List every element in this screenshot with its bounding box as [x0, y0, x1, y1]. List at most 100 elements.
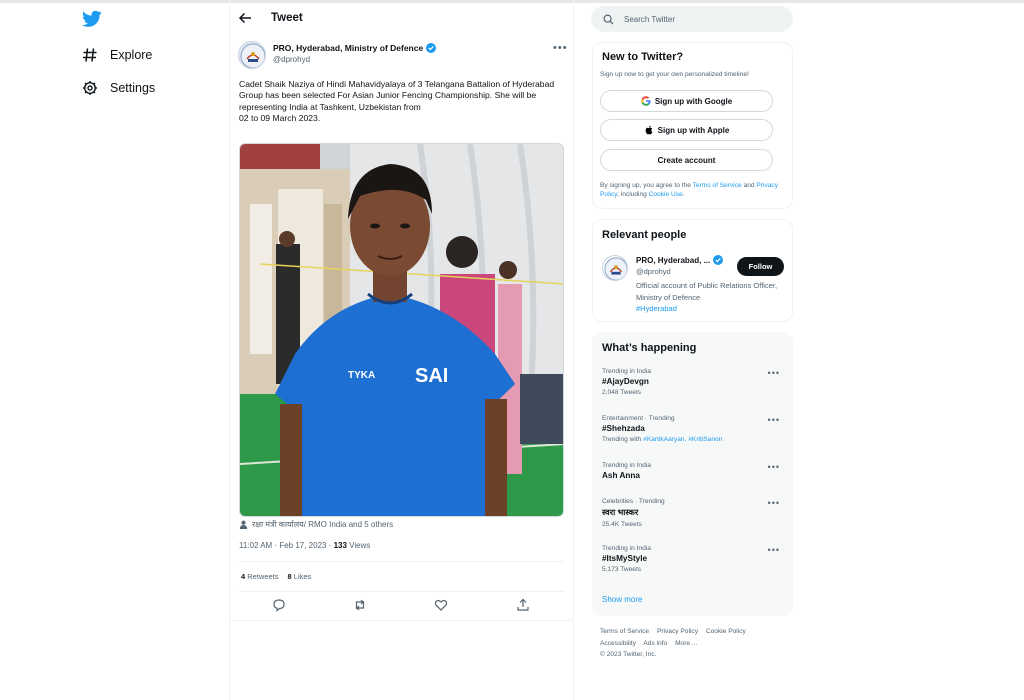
- create-account-button[interactable]: Create account: [600, 149, 773, 171]
- tweet-header: Tweet: [230, 0, 573, 38]
- new-to-twitter-card: New to Twitter? Sign up now to get your …: [592, 42, 793, 209]
- signup-google-button[interactable]: Sign up with Google: [600, 90, 773, 112]
- trend-with: Trending with #KartikAaryan, #KritiSanon: [602, 436, 787, 443]
- person-name[interactable]: PRO, Hyderabad, ...: [636, 255, 724, 265]
- tweet-column: Tweet PRO, Hyderabad, Ministry of Defenc…: [230, 0, 573, 700]
- trend-item[interactable]: Trending in India #ItsMyStyle 5,173 Twee…: [602, 545, 787, 573]
- column-divider: [573, 0, 574, 700]
- back-arrow-icon[interactable]: [238, 11, 252, 25]
- nav-item-label: Explore: [110, 48, 153, 62]
- person-bio: Official account of Public Relations Off…: [636, 280, 784, 315]
- gear-icon: [83, 81, 97, 95]
- footer-links: Terms of Service Privacy Policy Cookie P…: [600, 626, 790, 661]
- search-icon: [603, 14, 614, 25]
- card-title: New to Twitter?: [602, 51, 684, 63]
- legal-and: and: [741, 182, 757, 189]
- legal-prefix: By signing up, you agree to the: [600, 182, 693, 189]
- show-more-link[interactable]: Show more: [602, 595, 642, 604]
- more-options-icon[interactable]: •••: [768, 498, 780, 508]
- twitter-logo-icon[interactable]: [82, 10, 102, 28]
- emblem-icon: [240, 43, 265, 68]
- trend-name: Ash Anna: [602, 471, 640, 480]
- more-options-icon[interactable]: •••: [768, 368, 780, 378]
- trend-item[interactable]: Entertainment · Trending #Shehzada Trend…: [602, 415, 787, 443]
- heart-icon[interactable]: [434, 598, 448, 612]
- copyright: © 2023 Twitter, Inc.: [600, 651, 657, 658]
- likes-label: Likes: [291, 572, 312, 581]
- signup-apple-button[interactable]: Sign up with Apple: [600, 119, 773, 141]
- divider: [239, 561, 564, 562]
- trend-item[interactable]: Trending in India Ash Anna •••: [602, 462, 787, 480]
- terms-link[interactable]: Terms of Service: [693, 182, 742, 189]
- button-label: Sign up with Apple: [657, 125, 730, 135]
- trend-category: Trending in India: [602, 545, 651, 552]
- cookie-link[interactable]: Cookie Use: [649, 191, 683, 198]
- bio-hashtag-link[interactable]: #Hyderabad: [636, 304, 677, 313]
- reply-icon[interactable]: [272, 598, 286, 612]
- more-options-icon[interactable]: •••: [768, 415, 780, 425]
- trend-category: Celebrities · Trending: [602, 498, 665, 505]
- more-options-icon[interactable]: •••: [768, 462, 780, 472]
- person-handle[interactable]: @dprohyd: [636, 267, 671, 276]
- footer-link[interactable]: Terms of Service: [600, 628, 649, 635]
- card-title: Relevant people: [602, 229, 687, 241]
- trend-item[interactable]: Celebrities · Trending स्वरा भास्कर 25.4…: [602, 498, 787, 528]
- tweet-text: Cadet Shaik Naziya of Hindi Mahavidyalay…: [239, 79, 555, 123]
- footer-link[interactable]: More ...: [675, 640, 697, 647]
- page-title: Tweet: [271, 12, 303, 24]
- follow-button[interactable]: Follow: [737, 257, 784, 276]
- trend-name: स्वरा भास्कर: [602, 508, 639, 517]
- trend-name: #Shehzada: [602, 424, 645, 433]
- divider: [239, 591, 564, 592]
- views-count: 133: [333, 541, 347, 550]
- legal-including: , including: [617, 191, 649, 198]
- photo-illustration: TYKA SAI: [240, 144, 563, 516]
- tweet-photo[interactable]: TYKA SAI: [239, 143, 564, 517]
- tweet-stats: 4 Retweets 8 Likes: [241, 572, 311, 581]
- button-label: Create account: [657, 155, 716, 165]
- trend-with-prefix: Trending with: [602, 436, 644, 443]
- footer-link[interactable]: Accessibility: [600, 640, 636, 647]
- legal-text: By signing up, you agree to the Terms of…: [600, 181, 785, 199]
- relevant-people-card: Relevant people PRO, Hyderabad, ... @dpr…: [592, 219, 793, 322]
- footer-link[interactable]: Ads info: [643, 640, 667, 647]
- trend-with-tags[interactable]: #KartikAaryan, #KritiSanon: [643, 436, 722, 443]
- trend-item[interactable]: Trending in India #AjayDevgn 2,048 Tweet…: [602, 368, 787, 396]
- more-options-icon[interactable]: •••: [553, 42, 568, 54]
- tagged-text: रक्षा मंत्री कार्यालय/ RMO India and 5 o…: [252, 520, 394, 529]
- views-label: Views: [346, 541, 371, 550]
- nav-item-explore[interactable]: Explore: [82, 47, 152, 63]
- share-icon[interactable]: [516, 598, 530, 612]
- footer-link[interactable]: Privacy Policy: [657, 628, 698, 635]
- whats-happening-card: What’s happening Trending in India #Ajay…: [592, 332, 793, 616]
- tweet-time[interactable]: 11:02 AM · Feb 17, 2023 ·: [239, 541, 334, 550]
- likes-stat[interactable]: 8 Likes: [288, 572, 312, 581]
- more-options-icon[interactable]: •••: [768, 545, 780, 555]
- author-name-text: PRO, Hyderabad, Ministry of Defence: [273, 43, 424, 53]
- author-handle[interactable]: @dprohyd: [273, 55, 310, 64]
- apple-icon: [645, 125, 652, 135]
- author-name[interactable]: PRO, Hyderabad, Ministry of Defence: [273, 43, 437, 53]
- search-bar[interactable]: [591, 6, 793, 32]
- trend-name: #AjayDevgn: [602, 377, 649, 386]
- search-input[interactable]: [624, 14, 784, 24]
- divider: [230, 620, 573, 621]
- author-avatar[interactable]: [238, 41, 266, 69]
- retweet-icon[interactable]: [353, 598, 367, 612]
- tweet-actions: [230, 598, 573, 616]
- card-subtitle: Sign up now to get your own personalized…: [600, 71, 749, 78]
- person-icon: [239, 520, 248, 529]
- tagged-people[interactable]: रक्षा मंत्री कार्यालय/ RMO India and 5 o…: [239, 519, 393, 530]
- person-bio-text: Official account of Public Relations Off…: [636, 281, 778, 302]
- footer-link[interactable]: Cookie Policy: [706, 628, 746, 635]
- retweets-stat[interactable]: 4 Retweets: [241, 572, 279, 581]
- trend-count: 25.4K Tweets: [602, 521, 642, 528]
- trend-category: Trending in India: [602, 462, 651, 469]
- trend-category: Trending in India: [602, 368, 651, 375]
- person-name-text: PRO, Hyderabad, ...: [636, 255, 711, 265]
- google-icon: [641, 96, 651, 106]
- nav-item-label: Settings: [110, 81, 156, 95]
- nav-item-settings[interactable]: Settings: [82, 80, 155, 96]
- button-label: Sign up with Google: [654, 96, 733, 106]
- person-avatar[interactable]: [602, 255, 628, 281]
